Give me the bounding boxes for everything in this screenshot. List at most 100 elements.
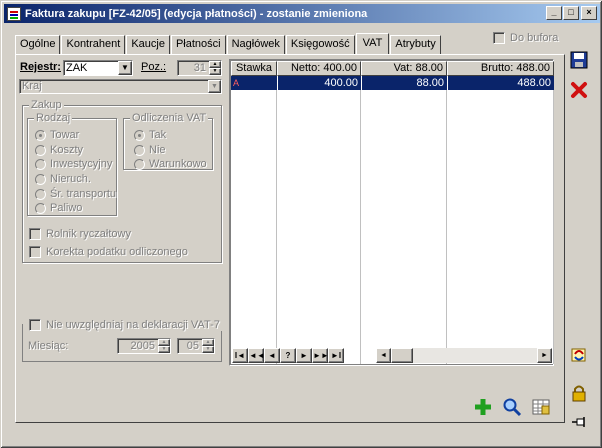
poz-spinner[interactable]: 31 ▲ ▼ xyxy=(177,60,222,76)
floppy-disk-icon xyxy=(570,51,588,69)
grid-body: Stawka Netto: 400.00 Vat: 88.00 Brutto: … xyxy=(231,61,554,364)
scroll-thumb[interactable] xyxy=(391,348,413,363)
lock-button[interactable] xyxy=(568,382,590,404)
row-stawka[interactable]: A xyxy=(231,76,277,90)
miesiac-value: 05 xyxy=(186,340,199,352)
spin-up-icon[interactable]: ▲ xyxy=(202,339,214,346)
spin-down-icon[interactable]: ▼ xyxy=(209,68,221,75)
poz-label: Poz.: xyxy=(141,61,167,73)
next-page-icon[interactable]: ►► xyxy=(312,348,329,363)
minimize-button[interactable]: _ xyxy=(546,6,562,20)
korekta-label: Korekta podatku odliczonego xyxy=(46,246,188,258)
title-bar[interactable]: Faktura zakupu [FZ-42/05] (edycja płatno… xyxy=(4,4,600,23)
query-icon[interactable]: ? xyxy=(280,348,296,363)
tab-ksiegowosc[interactable]: Księgowość xyxy=(285,35,355,54)
row-brutto[interactable]: 488.00 xyxy=(447,76,554,90)
odliczenia-legend: Odliczenia VAT xyxy=(130,112,209,124)
first-record-icon[interactable]: I◄ xyxy=(232,348,248,363)
rolnik-checkbox[interactable]: Rolnik ryczałtowy xyxy=(29,228,131,240)
header-vat[interactable]: Vat: 88.00 xyxy=(361,61,447,76)
window-title: Faktura zakupu [FZ-42/05] (edycja płatno… xyxy=(25,7,368,20)
tab-kontrahent[interactable]: Kontrahent xyxy=(61,35,126,54)
do-bufora-checkbox[interactable]: Do bufora xyxy=(493,32,558,44)
search-button[interactable] xyxy=(501,396,523,418)
tab-label: Księgowość xyxy=(290,38,350,50)
checkbox-box[interactable] xyxy=(29,319,41,331)
rodzaj-nieruch-radio[interactable]: Nieruch. xyxy=(35,173,91,185)
rodzaj-inwestycyjny-radio[interactable]: Inwestycyjny xyxy=(35,158,112,170)
checkbox-box[interactable] xyxy=(493,32,505,44)
radio-dot[interactable] xyxy=(35,202,46,214)
row-netto[interactable]: 400.00 xyxy=(277,76,361,90)
last-record-icon[interactable]: ►I xyxy=(328,348,344,363)
table-button[interactable] xyxy=(530,396,552,418)
odliczenia-tak-radio[interactable]: Tak xyxy=(134,129,166,141)
radio-dot[interactable] xyxy=(35,158,46,170)
odliczenia-nie-radio[interactable]: Nie xyxy=(134,144,166,156)
rejestr-select[interactable]: ZAK ▼ xyxy=(63,60,133,76)
radio-label: Warunkowo xyxy=(149,158,207,170)
red-x-icon xyxy=(571,82,587,98)
row-vat[interactable]: 88.00 xyxy=(361,76,447,90)
green-plus-icon xyxy=(475,399,491,415)
rok-spinner[interactable]: 2005 ▲ ▼ xyxy=(117,338,171,354)
tab-kaucje[interactable]: Kaucje xyxy=(126,35,170,54)
tab-label: Płatności xyxy=(175,38,221,50)
rolnik-label: Rolnik ryczałtowy xyxy=(46,228,131,240)
currency-refresh-button[interactable] xyxy=(568,344,590,366)
radio-label: Tak xyxy=(149,129,167,141)
pin-button[interactable] xyxy=(568,411,590,433)
horizontal-scrollbar[interactable]: ◄ ► xyxy=(376,348,552,363)
radio-dot[interactable] xyxy=(35,188,46,200)
radio-dot[interactable] xyxy=(35,144,46,156)
col-netto-bg xyxy=(277,90,361,364)
header-stawka[interactable]: Stawka xyxy=(231,61,277,76)
add-button[interactable] xyxy=(472,396,494,418)
checkbox-box[interactable] xyxy=(29,246,41,258)
prev-page-icon[interactable]: ◄◄ xyxy=(248,348,265,363)
rejestr-value: ZAK xyxy=(66,62,88,74)
col-vat-bg xyxy=(361,90,447,364)
tab-vat[interactable]: VAT xyxy=(355,33,390,55)
rodzaj-koszty-radio[interactable]: Koszty xyxy=(35,144,83,156)
tab-atrybuty[interactable]: Atrybuty xyxy=(390,35,441,54)
radio-dot[interactable] xyxy=(134,129,145,141)
tab-label: Kaucje xyxy=(131,38,165,50)
radio-label: Śr. transportu xyxy=(50,188,117,200)
radio-dot[interactable] xyxy=(35,173,46,185)
col-stawka-bg xyxy=(231,90,277,364)
cancel-button[interactable] xyxy=(568,79,590,101)
chevron-down-icon[interactable]: ▼ xyxy=(118,61,132,75)
tab-platnosci[interactable]: Płatności xyxy=(170,35,226,54)
save-button[interactable] xyxy=(568,49,590,71)
scroll-right-icon[interactable]: ► xyxy=(537,348,552,363)
rodzaj-transport-radio[interactable]: Śr. transportu xyxy=(35,188,116,200)
checkbox-box[interactable] xyxy=(29,228,41,240)
prev-record-icon[interactable]: ◄ xyxy=(264,348,280,363)
header-netto[interactable]: Netto: 400.00 xyxy=(277,61,361,76)
spin-down-icon[interactable]: ▼ xyxy=(202,346,214,353)
tab-ogolne[interactable]: Ogólne xyxy=(15,35,61,54)
next-record-icon[interactable]: ► xyxy=(296,348,312,363)
korekta-checkbox[interactable]: Korekta podatku odliczonego xyxy=(29,246,188,258)
close-button[interactable]: × xyxy=(581,6,597,20)
odliczenia-warunkowo-radio[interactable]: Warunkowo xyxy=(134,158,207,170)
maximize-button[interactable]: □ xyxy=(563,6,579,20)
header-brutto[interactable]: Brutto: 488.00 xyxy=(447,61,554,76)
scroll-left-icon[interactable]: ◄ xyxy=(376,348,391,363)
radio-dot[interactable] xyxy=(134,158,145,170)
kraj-select[interactable]: Kraj ▼ xyxy=(19,79,222,94)
rodzaj-paliwo-radio[interactable]: Paliwo xyxy=(35,202,82,214)
chevron-down-icon[interactable]: ▼ xyxy=(208,80,221,93)
deklaracja-checkbox[interactable]: Nie uwzględniaj na deklaracji VAT-7 xyxy=(29,319,222,331)
spin-up-icon[interactable]: ▲ xyxy=(158,339,170,346)
tab-label: Ogólne xyxy=(20,38,56,50)
miesiac-spinner[interactable]: 05 ▲ ▼ xyxy=(177,338,215,354)
radio-dot[interactable] xyxy=(35,129,46,141)
vat-grid[interactable]: Stawka Netto: 400.00 Vat: 88.00 Brutto: … xyxy=(229,59,554,366)
spin-up-icon[interactable]: ▲ xyxy=(209,61,221,68)
radio-dot[interactable] xyxy=(134,144,145,156)
rodzaj-towar-radio[interactable]: Towar xyxy=(35,129,79,141)
spin-down-icon[interactable]: ▼ xyxy=(158,346,170,353)
tab-naglowek[interactable]: Nagłówek xyxy=(226,35,285,54)
